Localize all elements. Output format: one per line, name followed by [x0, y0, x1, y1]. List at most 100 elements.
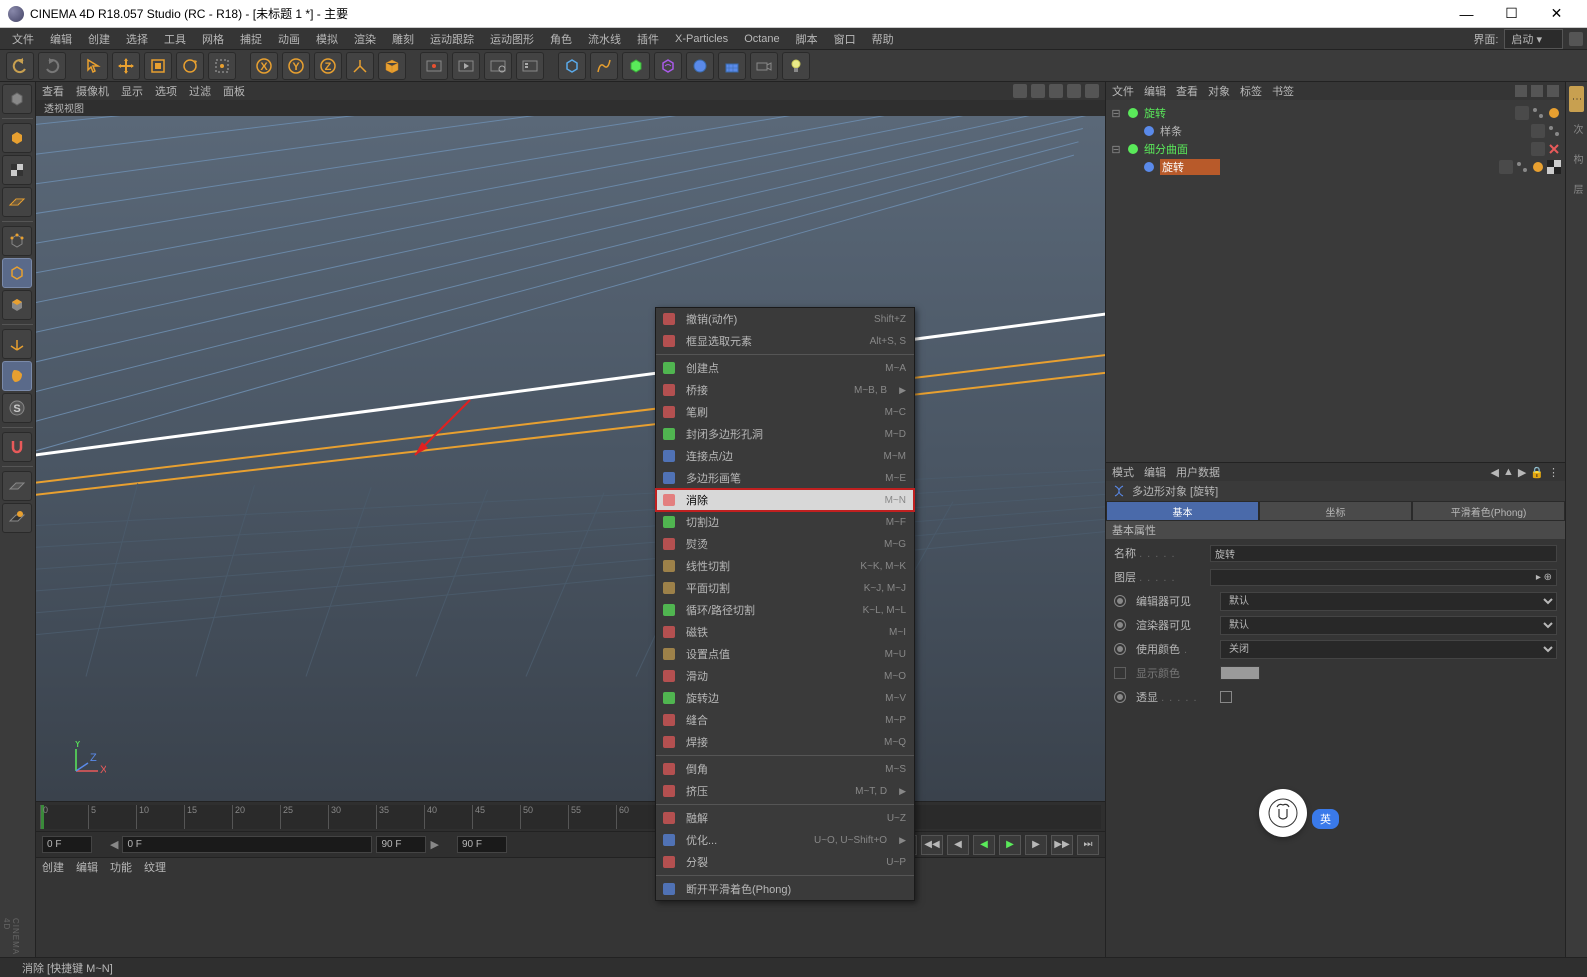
play-forward[interactable]: ▶	[999, 835, 1021, 855]
vp-menu-摄像机[interactable]: 摄像机	[76, 83, 109, 99]
obj-menu-编辑[interactable]: 编辑	[1144, 83, 1166, 99]
ctx-dissolve[interactable]: 消除M~N	[656, 489, 914, 511]
obj-row[interactable]: 样条	[1110, 122, 1561, 140]
tab-phong[interactable]: 平滑着色(Phong)	[1412, 501, 1565, 521]
tag-vis-dot[interactable]	[1547, 124, 1561, 138]
menu-网格[interactable]: 网格	[194, 28, 232, 50]
point-mode[interactable]	[2, 226, 32, 256]
ctx-weld[interactable]: 焊接M~Q	[656, 731, 914, 753]
vtab-2[interactable]: 次	[1567, 116, 1586, 142]
vp-menu-面板[interactable]: 面板	[223, 83, 245, 99]
make-editable[interactable]	[2, 84, 32, 114]
bp-menu-编辑[interactable]: 编辑	[76, 859, 98, 875]
nav-fwd-icon[interactable]: ▶	[1518, 466, 1526, 479]
menu-插件[interactable]: 插件	[629, 28, 667, 50]
attr-menu-编辑[interactable]: 编辑	[1144, 464, 1166, 480]
float-badge[interactable]	[1259, 789, 1307, 837]
obj-row[interactable]: 旋转	[1110, 158, 1561, 176]
render-vis-radio[interactable]	[1114, 619, 1126, 631]
layer-select[interactable]: ▸ ⊕	[1210, 569, 1557, 586]
menu-编辑[interactable]: 编辑	[42, 28, 80, 50]
object-tree[interactable]: ⊟旋转样条⊟细分曲面旋转	[1106, 100, 1565, 462]
vp-nav-icon[interactable]	[1049, 84, 1063, 98]
x-axis-lock[interactable]: X	[250, 52, 278, 80]
magnet-snap[interactable]	[2, 432, 32, 462]
bp-menu-功能[interactable]: 功能	[110, 859, 132, 875]
ctx-cut-edge[interactable]: 切割边M~F	[656, 511, 914, 533]
model-mode[interactable]	[2, 123, 32, 153]
cube-primitive[interactable]	[378, 52, 406, 80]
ctx-stitch[interactable]: 缝合M~P	[656, 709, 914, 731]
maximize-button[interactable]: ☐	[1489, 0, 1534, 28]
tag-phong-orange[interactable]	[1547, 106, 1561, 120]
expand-toggle[interactable]: ⊟	[1110, 107, 1122, 120]
ctx-line-cut[interactable]: 线性切割K~K, M~K	[656, 555, 914, 577]
frame-current-input[interactable]	[122, 836, 372, 853]
render-view[interactable]	[420, 52, 448, 80]
use-color-radio[interactable]	[1114, 643, 1126, 655]
ctx-frame[interactable]: 框显选取元素Alt+S, S	[656, 330, 914, 352]
polygon-mode[interactable]	[2, 290, 32, 320]
render-pv[interactable]	[452, 52, 480, 80]
menu-角色[interactable]: 角色	[542, 28, 580, 50]
vp-menu-选项[interactable]: 选项	[155, 83, 177, 99]
rotate-tool[interactable]	[176, 52, 204, 80]
nav-back-icon[interactable]: ◀	[1490, 466, 1498, 479]
menu-捕捉[interactable]: 捕捉	[232, 28, 270, 50]
workplane-snap[interactable]	[2, 471, 32, 501]
workplane-mode[interactable]	[2, 187, 32, 217]
layout-icon[interactable]	[1569, 32, 1583, 46]
ime-badge[interactable]: 英	[1312, 809, 1339, 829]
texture-mode[interactable]	[2, 155, 32, 185]
ctx-phong-break[interactable]: 断开平滑着色(Phong)	[656, 878, 914, 900]
ctx-connect[interactable]: 连接点/边M~M	[656, 445, 914, 467]
next-key[interactable]: ▶▶	[1051, 835, 1073, 855]
ctx-polypen[interactable]: 多边形画笔M~E	[656, 467, 914, 489]
menu-文件[interactable]: 文件	[4, 28, 42, 50]
redo-button[interactable]	[38, 52, 66, 80]
light[interactable]	[782, 52, 810, 80]
ctx-undo[interactable]: 撤销(动作)Shift+Z	[656, 308, 914, 330]
editor-vis-radio[interactable]	[1114, 595, 1126, 607]
frame-start-input[interactable]	[42, 836, 92, 853]
nav-lock-icon[interactable]: 🔒	[1530, 466, 1544, 479]
attr-menu-用户数据[interactable]: 用户数据	[1176, 464, 1220, 480]
environment[interactable]	[686, 52, 714, 80]
tag-vis[interactable]	[1499, 160, 1513, 174]
ctx-close-hole[interactable]: 封闭多边形孔洞M~D	[656, 423, 914, 445]
ctx-slide[interactable]: 滑动M~O	[656, 665, 914, 687]
vp-menu-过滤[interactable]: 过滤	[189, 83, 211, 99]
filter-icon[interactable]	[1531, 85, 1543, 97]
deformer[interactable]	[654, 52, 682, 80]
tag-x-red[interactable]	[1547, 142, 1561, 156]
obj-menu-文件[interactable]: 文件	[1112, 83, 1134, 99]
axis-mode[interactable]	[2, 329, 32, 359]
tag-vis[interactable]	[1531, 142, 1545, 156]
obj-row[interactable]: ⊟旋转	[1110, 104, 1561, 122]
bp-menu-创建[interactable]: 创建	[42, 859, 64, 875]
render-queue[interactable]	[516, 52, 544, 80]
ctx-bridge[interactable]: 桥接M~B, B▶	[656, 379, 914, 401]
ctx-loop-cut[interactable]: 循环/路径切割K~L, M~L	[656, 599, 914, 621]
frame-end2-input[interactable]	[457, 836, 507, 853]
menu-运动图形[interactable]: 运动图形	[482, 28, 542, 50]
ctx-set-pt[interactable]: 设置点值M~U	[656, 643, 914, 665]
editor-vis-select[interactable]: 默认	[1220, 592, 1557, 611]
workplane-lock[interactable]	[2, 503, 32, 533]
menu-模拟[interactable]: 模拟	[308, 28, 346, 50]
tag-vis-dot[interactable]	[1515, 160, 1529, 174]
ctx-brush[interactable]: 笔刷M~C	[656, 401, 914, 423]
tag-vis-dot[interactable]	[1531, 106, 1545, 120]
menu-动画[interactable]: 动画	[270, 28, 308, 50]
menu-流水线[interactable]: 流水线	[580, 28, 629, 50]
vtab-1[interactable]: ⋮	[1569, 86, 1584, 112]
tweak-mode[interactable]	[2, 361, 32, 391]
ctx-melt[interactable]: 融解U~Z	[656, 807, 914, 829]
ctx-magnet[interactable]: 磁铁M~I	[656, 621, 914, 643]
prev-key[interactable]: ◀◀	[921, 835, 943, 855]
vtab-3[interactable]: 构	[1567, 146, 1586, 172]
ctx-split[interactable]: 分裂U~P	[656, 851, 914, 873]
snap-toggle[interactable]: S	[2, 393, 32, 423]
menu-渲染[interactable]: 渲染	[346, 28, 384, 50]
layout-select[interactable]: 启动 ▾	[1504, 29, 1563, 49]
